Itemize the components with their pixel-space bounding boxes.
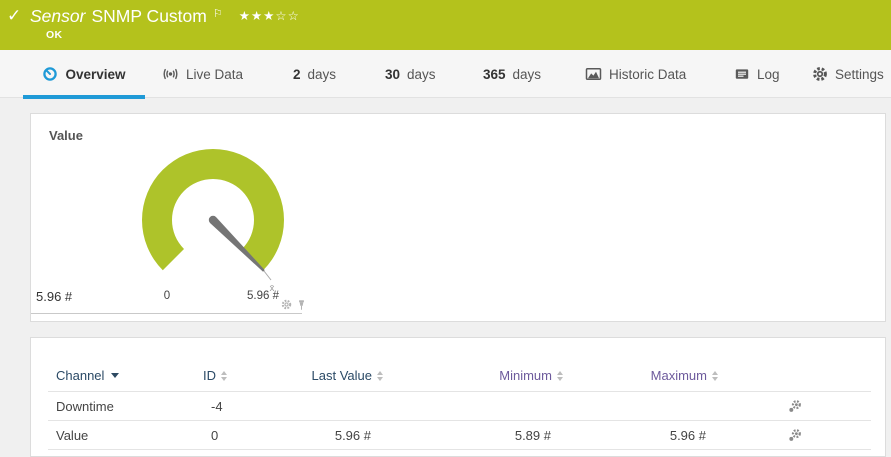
col-header-last-value[interactable]: Last Value (301, 368, 383, 383)
sensor-overview-page: ✓ Sensor SNMP Custom ⚐ ★★★☆☆ OK Overview… (0, 0, 891, 454)
tab-live-data[interactable]: Live Data (162, 50, 243, 98)
col-header-minimum[interactable]: Minimum (383, 368, 563, 383)
channel-minimum: 5.89 # (383, 428, 563, 443)
live-data-icon (162, 66, 179, 82)
tab-overview[interactable]: Overview (23, 50, 145, 98)
tab-log[interactable]: Log (734, 50, 780, 98)
gauge-panel: Value x̄ 0 5.96 # 5.96 # (30, 113, 886, 322)
sensor-title: Sensor SNMP Custom ⚐ ★★★☆☆ (30, 6, 300, 27)
active-tab-underline (23, 95, 145, 99)
sort-icon (712, 371, 718, 381)
tab-label: days (308, 67, 337, 82)
channel-table: Channel ID Last Value Minimum Maximum (48, 360, 871, 450)
sensor-type-label: Sensor (30, 6, 85, 27)
historic-data-icon (585, 66, 602, 82)
gauge-panel-title: Value (49, 128, 83, 143)
col-header-maximum[interactable]: Maximum (563, 368, 718, 383)
gauge-tools (281, 299, 307, 311)
channel-maximum: 5.96 # (563, 428, 718, 443)
col-header-channel[interactable]: Channel (48, 368, 203, 383)
col-header-id[interactable]: ID (203, 368, 301, 383)
channel-name[interactable]: Value (48, 428, 203, 443)
tab-settings[interactable]: Settings (812, 50, 884, 98)
tab-label: Live Data (186, 67, 243, 82)
channel-id: -4 (203, 399, 301, 414)
gauge-current-value: 5.96 # (36, 289, 72, 304)
gauge-max-label: 5.96 # (247, 290, 280, 302)
log-icon (734, 66, 750, 82)
tab-label: days (513, 67, 542, 82)
tab-historic-data[interactable]: Historic Data (585, 50, 686, 98)
priority-stars[interactable]: ★★★☆☆ (239, 8, 300, 23)
tab-label: Historic Data (609, 67, 686, 82)
flag-icon[interactable]: ⚐ (213, 7, 223, 20)
gauge-settings-gear-icon[interactable] (281, 299, 292, 310)
sensor-status-header: ✓ Sensor SNMP Custom ⚐ ★★★☆☆ OK (0, 0, 891, 50)
gauge-cell-divider (31, 313, 302, 314)
value-gauge: x̄ 0 5.96 # (111, 134, 371, 314)
status-badge: OK (46, 29, 62, 41)
pin-icon[interactable] (296, 299, 307, 311)
channel-name[interactable]: Downtime (48, 399, 203, 414)
table-header-row: Channel ID Last Value Minimum Maximum (48, 360, 871, 392)
tab-label: Log (757, 67, 780, 82)
channel-gears-icon (787, 428, 802, 443)
gauge-min-label: 0 (164, 290, 170, 302)
gear-icon (812, 66, 828, 82)
tab-30-days[interactable]: 30 days (385, 50, 436, 98)
tab-label: Overview (65, 67, 125, 82)
tab-bar: Overview Live Data 2 days 30 days 365 da… (0, 50, 891, 98)
channel-id: 0 (203, 428, 301, 443)
stars-empty: ☆☆ (275, 9, 299, 23)
tab-2-days[interactable]: 2 days (293, 50, 336, 98)
table-row-value[interactable]: Value 0 5.96 # 5.89 # 5.96 # (48, 421, 871, 450)
sensor-name: SNMP Custom (91, 6, 206, 27)
tab-label: Settings (835, 67, 884, 82)
channel-last-value: 5.96 # (301, 428, 383, 443)
stars-filled: ★★★ (239, 9, 276, 23)
sort-icon (221, 371, 227, 381)
status-check-icon: ✓ (7, 6, 21, 26)
tab-365-days[interactable]: 365 days (483, 50, 541, 98)
channel-settings-button[interactable] (718, 399, 871, 414)
channel-gears-icon (787, 399, 802, 414)
channel-settings-button[interactable] (718, 428, 871, 443)
sort-desc-icon (111, 373, 119, 378)
gauge-icon (42, 66, 58, 82)
tab-label: days (407, 67, 436, 82)
table-row-downtime[interactable]: Downtime -4 (48, 392, 871, 421)
channel-table-panel: Channel ID Last Value Minimum Maximum (30, 337, 886, 457)
